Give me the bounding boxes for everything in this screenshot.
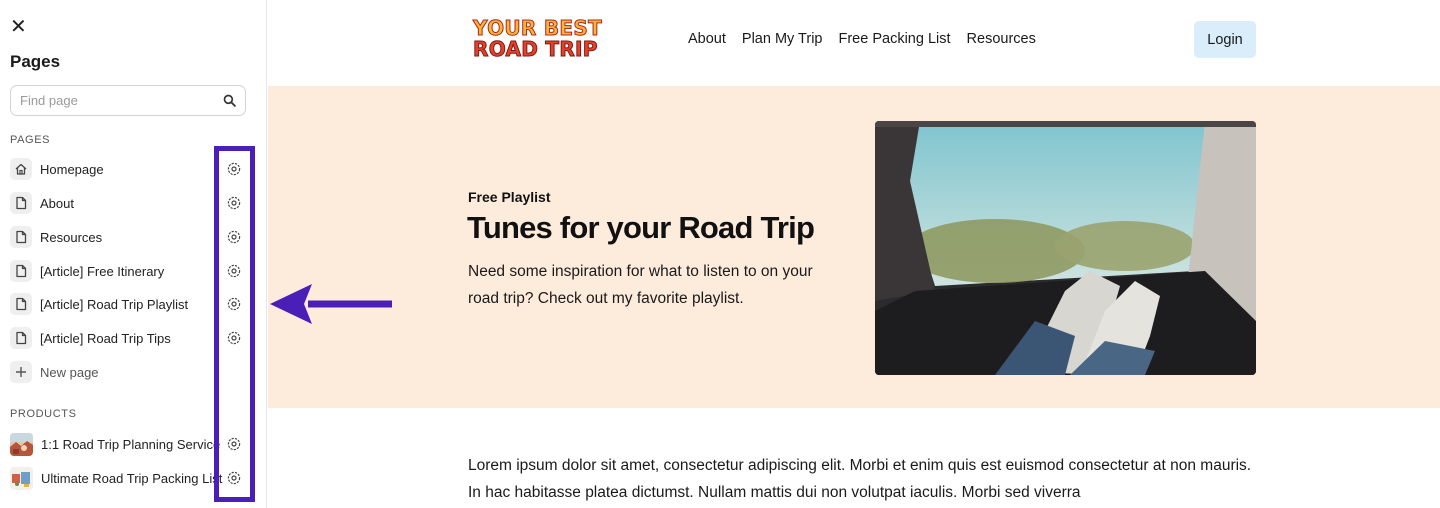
sidebar-item-label: [Article] Road Trip Playlist — [40, 296, 189, 312]
page-icon — [10, 327, 32, 349]
hero-eyebrow: Free Playlist — [468, 189, 551, 205]
hero-description: Need some inspiration for what to listen… — [468, 263, 813, 307]
page-icon — [10, 226, 32, 248]
product-thumbnail — [10, 466, 33, 490]
hero-image — [875, 121, 1256, 375]
body-paragraph: Lorem ipsum dolor sit amet, consectetur … — [468, 457, 1252, 501]
page-icon — [10, 260, 32, 282]
logo-line-1: YOUR BEST — [473, 16, 603, 40]
sidebar-item-free-itinerary[interactable]: [Article] Free Itinerary — [10, 258, 246, 284]
site-logo[interactable]: YOUR BEST ROAD TRIP — [473, 16, 615, 66]
sidebar-item-label: About — [40, 195, 74, 211]
page-search — [10, 85, 246, 116]
nav-free-packing-list[interactable]: Free Packing List — [839, 31, 951, 47]
sidebar-item-label: 1:1 Road Trip Planning Service — [41, 436, 221, 452]
sidebar-item-label: Ultimate Road Trip Packing List — [41, 470, 223, 486]
nav-plan-my-trip[interactable]: Plan My Trip — [742, 31, 823, 47]
sidebar-item-label: [Article] Free Itinerary — [40, 263, 165, 279]
sidebar-title: Pages — [10, 52, 61, 71]
close-icon[interactable]: ✕ — [10, 17, 28, 37]
sidebar-item-road-trip-tips[interactable]: [Article] Road Trip Tips — [10, 325, 246, 351]
site-header: YOUR BEST ROAD TRIP About Plan My Trip F… — [268, 0, 1440, 86]
nav-resources[interactable]: Resources — [967, 31, 1036, 47]
new-page-button[interactable]: New page — [10, 359, 246, 385]
products-section-label: PRODUCTS — [10, 408, 77, 420]
page-icon — [10, 293, 32, 315]
sidebar-item-planning-service[interactable]: 1:1 Road Trip Planning Service — [10, 431, 246, 457]
search-input[interactable] — [11, 86, 211, 115]
sidebar-item-homepage[interactable]: Homepage — [10, 156, 246, 182]
hero-title: Tunes for your Road Trip — [467, 210, 815, 245]
search-icon[interactable] — [223, 94, 236, 107]
sidebar-item-label: Resources — [40, 229, 103, 245]
page-icon — [10, 192, 32, 214]
main-nav: About Plan My Trip Free Packing List Res… — [688, 31, 1036, 47]
sidebar-item-label: [Article] Road Trip Tips — [40, 330, 171, 346]
sidebar-item-label: Homepage — [40, 161, 104, 177]
sidebar-item-road-trip-playlist[interactable]: [Article] Road Trip Playlist — [10, 291, 246, 317]
login-button[interactable]: Login — [1194, 21, 1256, 58]
sidebar-item-about[interactable]: About — [10, 190, 246, 216]
nav-about[interactable]: About — [688, 31, 726, 47]
new-page-label: New page — [40, 364, 99, 380]
hero-section: Free Playlist Tunes for your Road Trip N… — [268, 86, 1440, 408]
sidebar-item-packing-list[interactable]: Ultimate Road Trip Packing List — [10, 465, 246, 491]
home-icon — [10, 158, 32, 180]
sidebar-item-resources[interactable]: Resources — [10, 224, 246, 250]
highlight-box — [214, 146, 255, 502]
pages-section-label: PAGES — [10, 134, 51, 146]
logo-line-2: ROAD TRIP — [473, 37, 598, 61]
product-thumbnail — [10, 432, 33, 456]
arrow-left-icon — [270, 284, 392, 324]
plus-icon — [10, 361, 32, 383]
